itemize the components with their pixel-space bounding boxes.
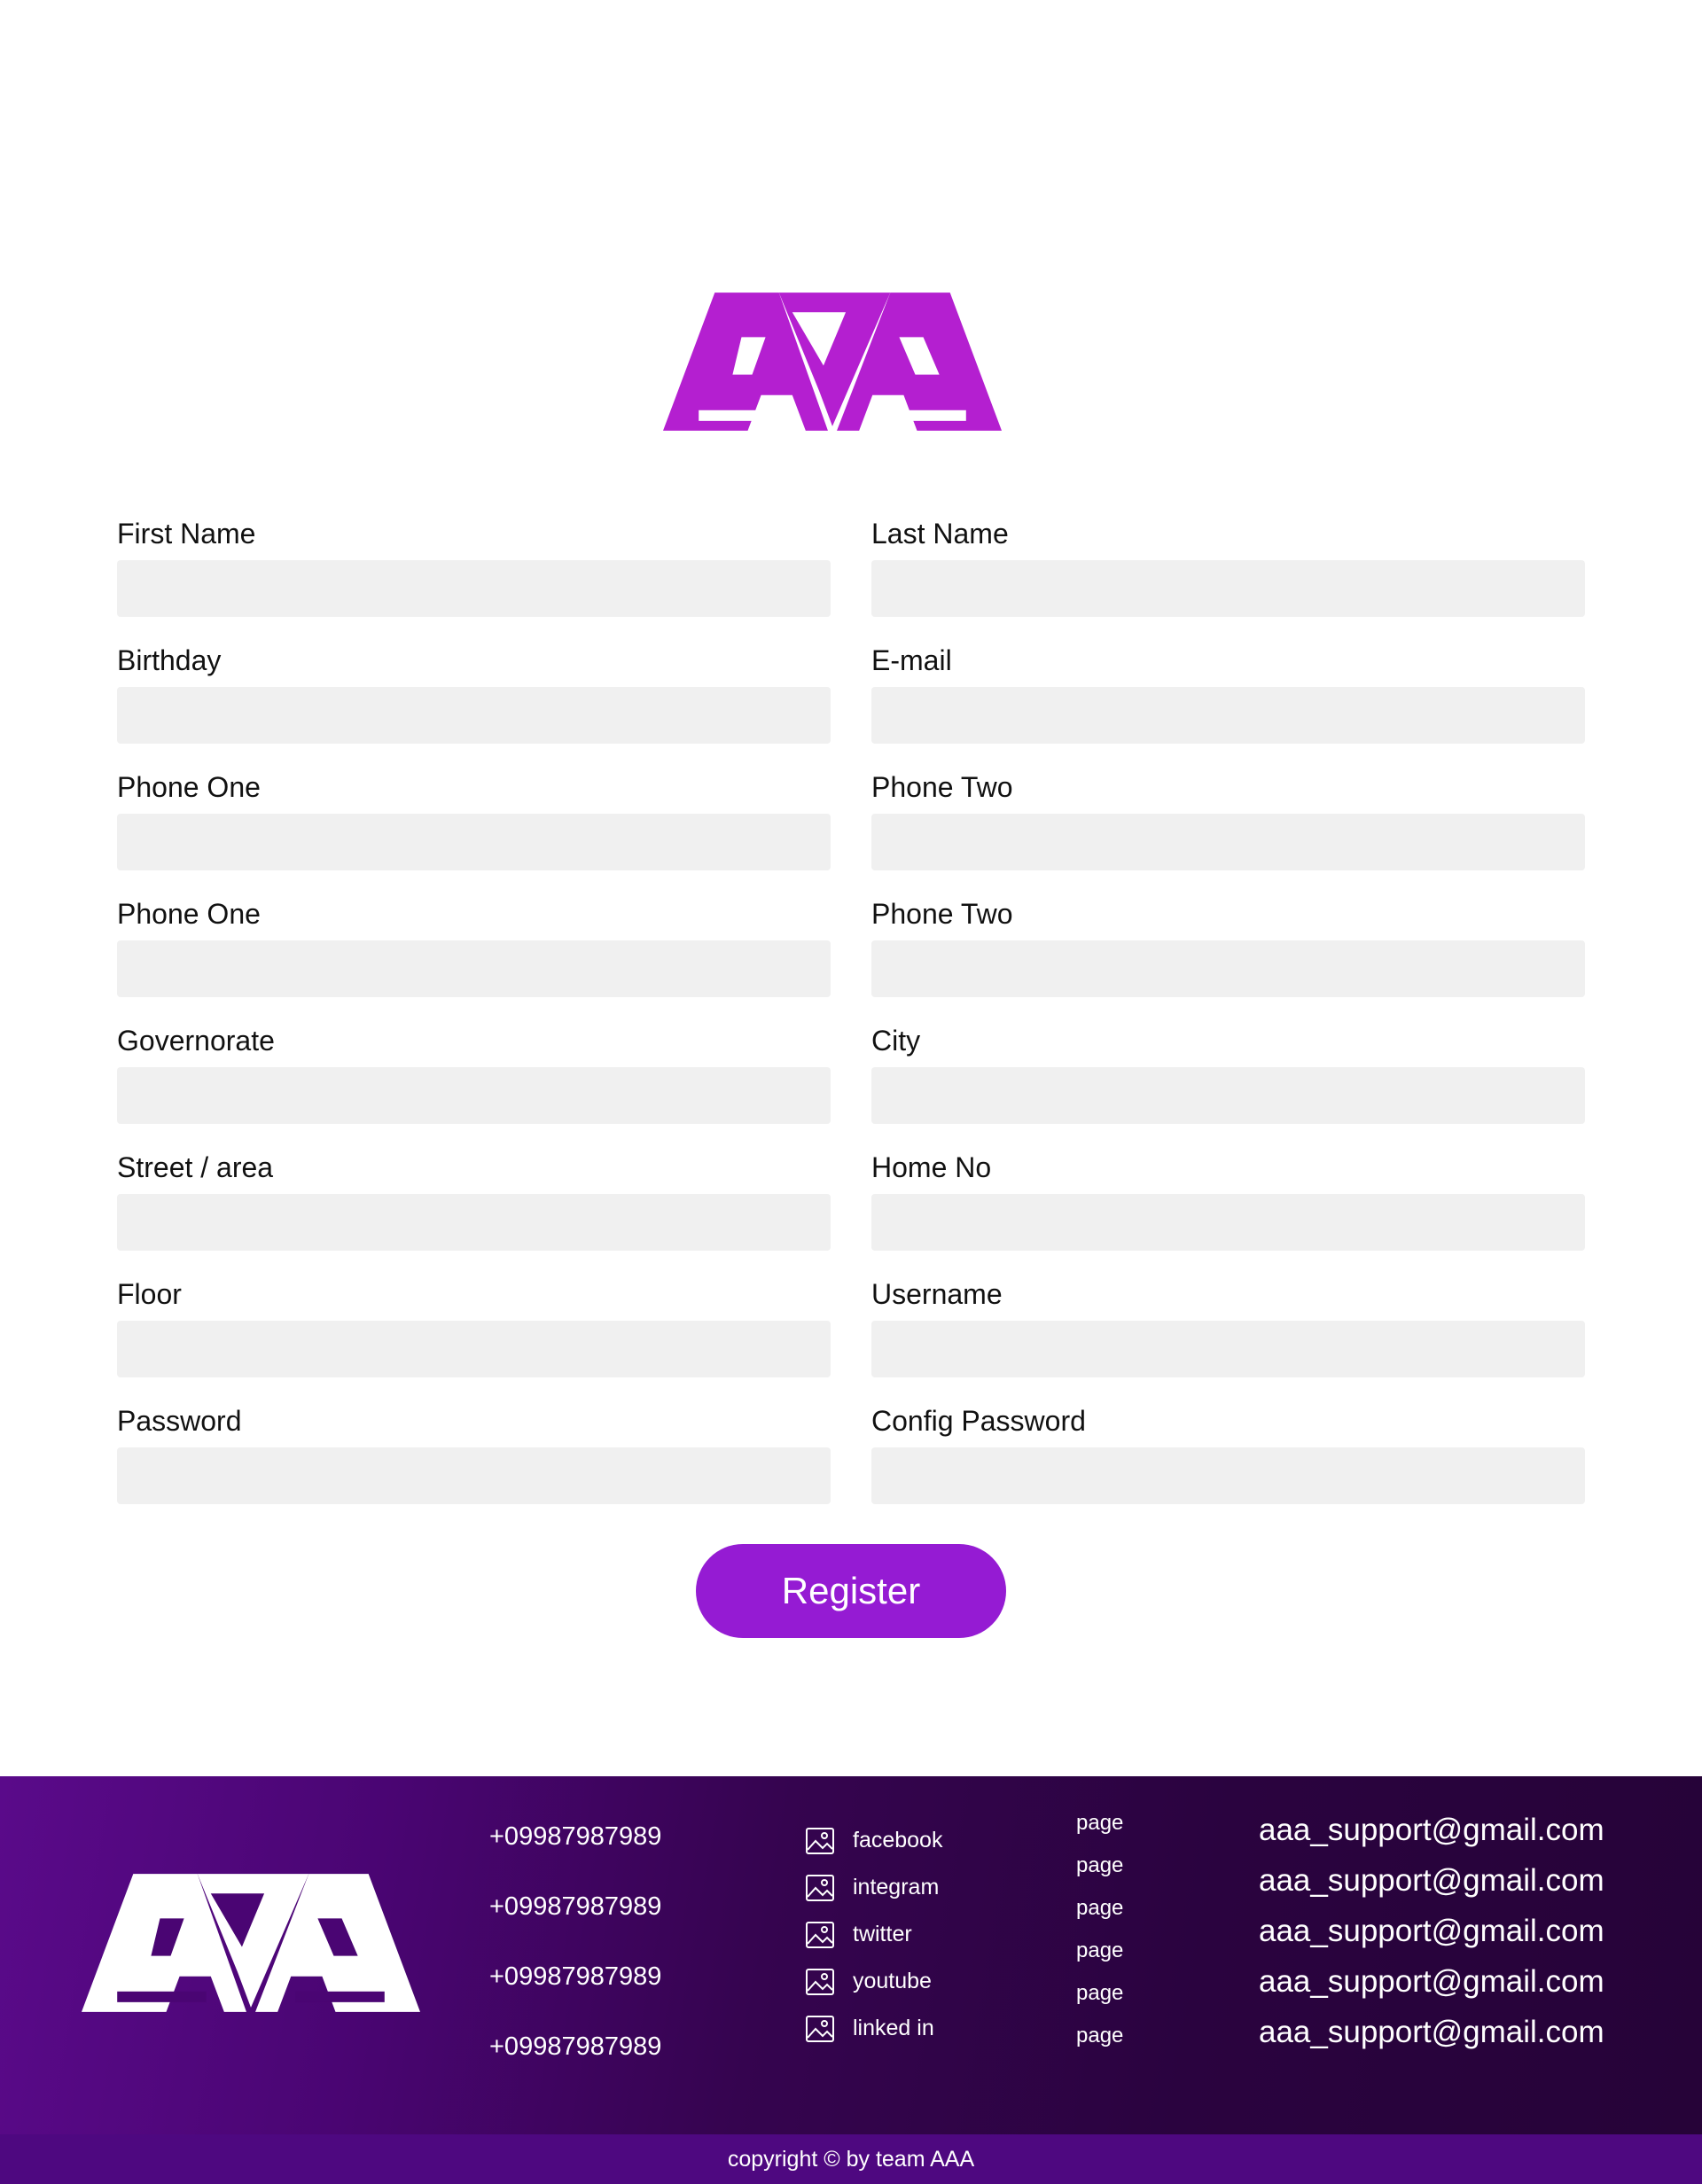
birthday-input[interactable] (117, 687, 831, 744)
first-name-field: First Name (117, 516, 831, 643)
street-field: Street / area (117, 1150, 831, 1276)
social-link-youtube[interactable]: youtube (805, 1958, 942, 2005)
footer-pages: page page page page page page (1076, 1810, 1123, 2065)
email-label: E-mail (871, 644, 952, 676)
page-link[interactable]: page (1076, 1938, 1123, 1980)
registration-form: First Name Last Name Birthday E-mail Pho… (117, 516, 1585, 1530)
form-row: First Name Last Name (117, 516, 1585, 643)
form-row: Password Config Password (117, 1403, 1585, 1530)
brand-logo (663, 292, 1002, 431)
last-name-field: Last Name (871, 516, 1585, 643)
social-label: integram (853, 1875, 940, 1899)
phone-two-input-2[interactable] (871, 940, 1585, 997)
street-label: Street / area (117, 1151, 274, 1183)
social-label: youtube (853, 1969, 932, 1993)
birthday-label: Birthday (117, 644, 222, 676)
form-row: Governorate City (117, 1023, 1585, 1150)
password-label: Password (117, 1405, 242, 1437)
username-input[interactable] (871, 1321, 1585, 1377)
form-row: Birthday E-mail (117, 643, 1585, 769)
email-field: E-mail (871, 643, 1585, 769)
last-name-label: Last Name (871, 518, 1009, 550)
phone-link[interactable]: +09987987989 (489, 2031, 661, 2101)
city-label: City (871, 1025, 921, 1057)
password-input[interactable] (117, 1447, 831, 1504)
phone-one-field: Phone One (117, 769, 831, 896)
phone-one-label-2: Phone One (117, 898, 261, 930)
home-no-label: Home No (871, 1151, 992, 1183)
phone-one-label: Phone One (117, 771, 261, 803)
config-password-field: Config Password (871, 1403, 1585, 1530)
social-link-twitter[interactable]: twitter (805, 1911, 942, 1958)
city-field: City (871, 1023, 1585, 1150)
footer-socials: facebook integram twitter youtube linked… (805, 1817, 942, 2052)
phone-one-input-2[interactable] (117, 940, 831, 997)
street-input[interactable] (117, 1194, 831, 1251)
form-row: Floor Username (117, 1276, 1585, 1403)
birthday-field: Birthday (117, 643, 831, 769)
image-icon (805, 1874, 835, 1902)
city-input[interactable] (871, 1067, 1585, 1124)
email-input[interactable] (871, 687, 1585, 744)
page-link[interactable]: page (1076, 1852, 1123, 1895)
page-link[interactable]: page (1076, 2023, 1123, 2065)
last-name-input[interactable] (871, 560, 1585, 617)
config-password-label: Config Password (871, 1405, 1086, 1437)
footer: +09987987989 +09987987989 +09987987989 +… (0, 1776, 1702, 2134)
floor-field: Floor (117, 1276, 831, 1403)
floor-label: Floor (117, 1278, 182, 1310)
email-link[interactable]: aaa_support@gmail.com (1259, 1913, 1604, 1963)
phone-one-input[interactable] (117, 814, 831, 870)
email-link[interactable]: aaa_support@gmail.com (1259, 1862, 1604, 1913)
page-link[interactable]: page (1076, 1810, 1123, 1852)
email-link[interactable]: aaa_support@gmail.com (1259, 1963, 1604, 2014)
image-icon (805, 1921, 835, 1949)
phone-two-label: Phone Two (871, 771, 1013, 803)
governorate-label: Governorate (117, 1025, 275, 1057)
phone-two-input[interactable] (871, 814, 1585, 870)
phone-two-field-2: Phone Two (871, 896, 1585, 1023)
phone-one-field-2: Phone One (117, 896, 831, 1023)
phone-two-field: Phone Two (871, 769, 1585, 896)
phone-link[interactable]: +09987987989 (489, 1961, 661, 2031)
image-icon (805, 1827, 835, 1855)
copyright-text: copyright © by team AAA (727, 2146, 975, 2172)
page-link[interactable]: page (1076, 1980, 1123, 2023)
image-icon (805, 2015, 835, 2043)
governorate-field: Governorate (117, 1023, 831, 1150)
aaa-logo-icon (82, 1874, 420, 2012)
image-icon (805, 1968, 835, 1996)
phone-link[interactable]: +09987987989 (489, 1821, 661, 1891)
home-no-field: Home No (871, 1150, 1585, 1276)
social-link-integram[interactable]: integram (805, 1864, 942, 1911)
config-password-input[interactable] (871, 1447, 1585, 1504)
phone-two-label-2: Phone Two (871, 898, 1013, 930)
phone-link[interactable]: +09987987989 (489, 1891, 661, 1961)
footer-logo (82, 1874, 420, 2012)
first-name-label: First Name (117, 518, 256, 550)
first-name-input[interactable] (117, 560, 831, 617)
social-link-facebook[interactable]: facebook (805, 1817, 942, 1864)
home-no-input[interactable] (871, 1194, 1585, 1251)
copyright-bar: copyright © by team AAA (0, 2134, 1702, 2184)
social-label: twitter (853, 1922, 912, 1946)
register-button[interactable]: Register (696, 1544, 1006, 1638)
floor-input[interactable] (117, 1321, 831, 1377)
email-link[interactable]: aaa_support@gmail.com (1259, 2014, 1604, 2064)
username-label: Username (871, 1278, 1003, 1310)
form-row: Phone One Phone Two (117, 896, 1585, 1023)
footer-emails: aaa_support@gmail.com aaa_support@gmail.… (1259, 1812, 1604, 2064)
form-row: Street / area Home No (117, 1150, 1585, 1276)
social-label: linked in (853, 2016, 934, 2040)
form-row: Phone One Phone Two (117, 769, 1585, 896)
social-link-linkedin[interactable]: linked in (805, 2005, 942, 2052)
social-label: facebook (853, 1828, 943, 1852)
page-link[interactable]: page (1076, 1895, 1123, 1938)
governorate-input[interactable] (117, 1067, 831, 1124)
email-link[interactable]: aaa_support@gmail.com (1259, 1812, 1604, 1862)
aaa-logo-icon (663, 292, 1002, 431)
username-field: Username (871, 1276, 1585, 1403)
password-field: Password (117, 1403, 831, 1530)
footer-phones: +09987987989 +09987987989 +09987987989 +… (489, 1821, 661, 2101)
